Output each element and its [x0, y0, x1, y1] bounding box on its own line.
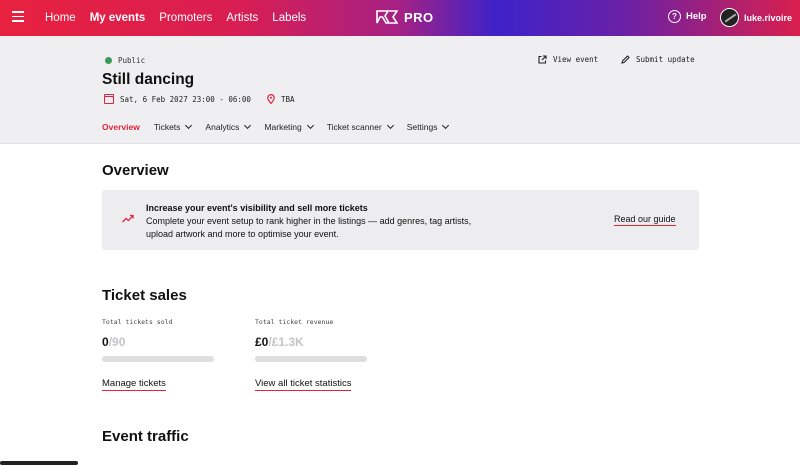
scrollbar[interactable] — [0, 461, 78, 465]
tab-label: Analytics — [205, 122, 240, 132]
event-meta: Sat, 6 Feb 2027 23:00 - 06:00 TBA — [104, 94, 295, 104]
tab-marketing[interactable]: Marketing — [264, 121, 314, 132]
nav-links: Home My events Promoters Artists Labels — [45, 0, 320, 36]
visibility-banner: Increase your event's visibility and sel… — [102, 190, 699, 250]
pencil-icon — [621, 55, 630, 64]
nav-promoters[interactable]: Promoters — [159, 12, 212, 24]
event-tabs: Overview Tickets Analytics Marketing Tic… — [102, 121, 462, 132]
sold-total: /90 — [108, 335, 126, 349]
user-menu[interactable]: luke.rivoire — [720, 8, 792, 27]
ticket-revenue-progress — [255, 356, 367, 362]
banner-title: Increase your event's visibility and sel… — [146, 203, 368, 213]
event-title: Still dancing — [102, 71, 195, 88]
help-button[interactable]: ? Help — [668, 10, 707, 23]
chevron-down-icon — [244, 121, 252, 130]
menu-icon[interactable] — [12, 11, 24, 23]
chevron-down-icon — [386, 121, 394, 130]
calendar-icon — [104, 94, 114, 104]
revenue-amount: £0 — [255, 335, 269, 349]
help-label: Help — [686, 11, 707, 22]
external-link-icon — [538, 55, 547, 64]
ticket-revenue-value: £0/£1.3K — [255, 335, 367, 349]
nav-labels[interactable]: Labels — [272, 12, 306, 24]
trending-up-icon — [122, 214, 134, 223]
tickets-sold-value: 0/90 — [102, 335, 214, 349]
tab-ticket-scanner[interactable]: Ticket scanner — [326, 121, 394, 132]
tab-tickets[interactable]: Tickets — [153, 121, 193, 132]
event-traffic-heading: Event traffic — [102, 428, 189, 445]
visibility-status: Public — [105, 56, 145, 65]
tickets-sold-progress — [102, 356, 214, 362]
ra-pro-logo[interactable]: PRO — [376, 9, 434, 25]
top-navigation: Home My events Promoters Artists Labels … — [0, 0, 800, 36]
chevron-down-icon — [185, 121, 193, 130]
sold-count: 0 — [102, 335, 109, 349]
overview-heading: Overview — [102, 162, 169, 179]
ticket-revenue-stat: Total ticket revenue £0/£1.3K — [255, 318, 367, 362]
view-ticket-statistics-link[interactable]: View all ticket statistics — [255, 378, 352, 391]
tab-overview[interactable]: Overview — [102, 122, 140, 132]
chevron-down-icon — [306, 121, 314, 130]
event-venue: TBA — [280, 94, 295, 104]
banner-text: Complete your event setup to rank higher… — [146, 216, 472, 239]
logo-text: PRO — [404, 9, 434, 25]
username: luke.rivoire — [744, 12, 793, 23]
nav-my-events[interactable]: My events — [90, 12, 146, 24]
tab-label: Overview — [102, 122, 140, 132]
submit-update-label: Submit update — [636, 55, 695, 64]
event-header: Public Still dancing Sat, 6 Feb 2027 23:… — [0, 36, 800, 144]
tickets-sold-label: Total tickets sold — [102, 318, 173, 326]
submit-update-button[interactable]: Submit update — [621, 55, 695, 64]
tab-label: Settings — [406, 122, 438, 132]
manage-tickets-link[interactable]: Manage tickets — [102, 378, 166, 391]
nav-artists[interactable]: Artists — [226, 12, 258, 24]
visibility-label: Public — [118, 56, 146, 65]
tab-label: Ticket scanner — [326, 122, 382, 132]
help-icon: ? — [668, 10, 681, 23]
tab-analytics[interactable]: Analytics — [205, 121, 252, 132]
revenue-total: /£1.3K — [268, 335, 304, 349]
tab-label: Marketing — [264, 122, 302, 132]
nav-home[interactable]: Home — [45, 12, 76, 24]
event-datetime: Sat, 6 Feb 2027 23:00 - 06:00 — [120, 94, 251, 104]
chevron-down-icon — [442, 121, 450, 130]
ra-logo-icon — [376, 10, 398, 24]
tab-label: Tickets — [153, 122, 181, 132]
view-event-button[interactable]: View event — [538, 55, 598, 64]
avatar — [720, 8, 739, 27]
read-guide-link[interactable]: Read our guide — [614, 214, 676, 226]
ticket-revenue-label: Total ticket revenue — [255, 318, 334, 326]
public-icon — [105, 57, 112, 64]
view-event-label: View event — [553, 55, 599, 64]
tab-settings[interactable]: Settings — [406, 121, 450, 132]
ticket-sales-heading: Ticket sales — [102, 287, 187, 304]
location-pin-icon — [267, 94, 275, 104]
tickets-sold-stat: Total tickets sold 0/90 — [102, 318, 214, 362]
